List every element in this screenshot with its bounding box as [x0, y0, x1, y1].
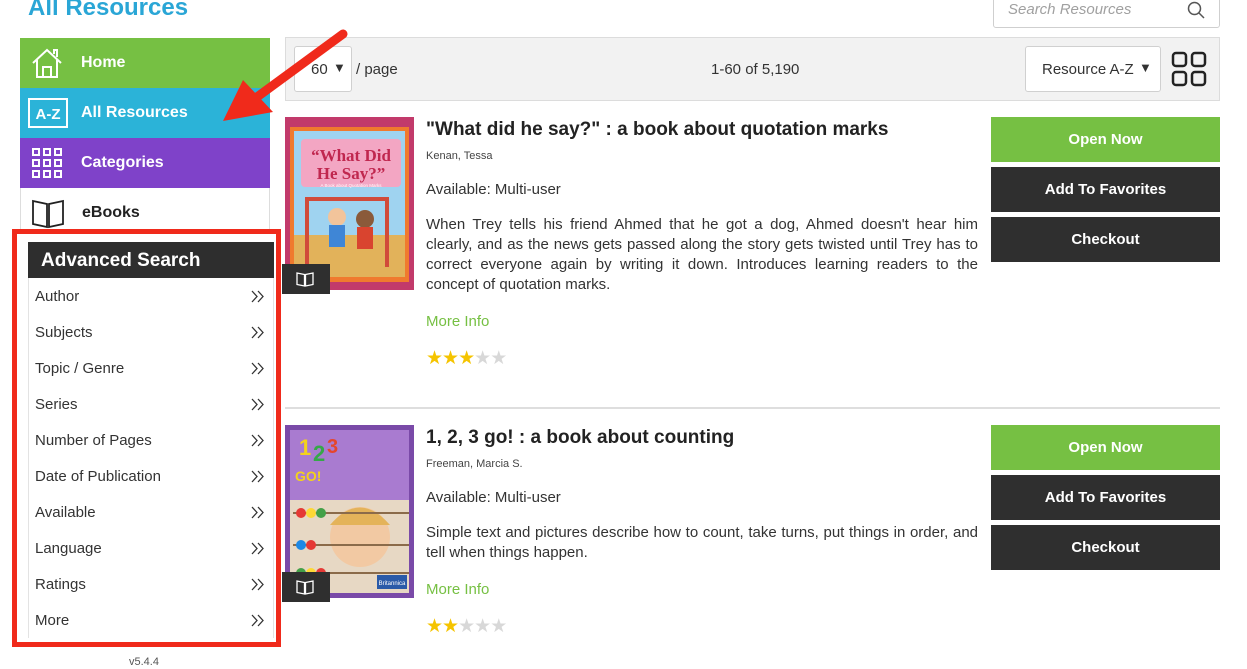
- sort-select[interactable]: Resource A-Z ▼: [1025, 46, 1161, 92]
- advanced-search-list: Author Subjects Topic / Genre Series Num…: [28, 278, 274, 638]
- star-icon: ★: [490, 616, 507, 637]
- result-author: Freeman, Marcia S.: [426, 458, 523, 470]
- filter-date-of-publication[interactable]: Date of Publication: [29, 458, 273, 494]
- star-icon: ★: [458, 348, 475, 369]
- svg-text:2: 2: [313, 441, 325, 466]
- nav-all-resources-label: All Resources: [81, 104, 188, 121]
- home-icon: [32, 48, 62, 78]
- star-icon: ★: [490, 348, 507, 369]
- result-description: When Trey tells his friend Ahmed that he…: [426, 216, 978, 293]
- grid-view-icon[interactable]: [1171, 51, 1207, 87]
- star-icon: ★: [442, 616, 459, 637]
- checkout-button[interactable]: Checkout: [991, 525, 1220, 570]
- nav-ebooks-label: eBooks: [82, 204, 140, 221]
- svg-text:He Say?”: He Say?”: [317, 164, 385, 183]
- nav-categories-label: Categories: [81, 154, 164, 171]
- svg-text:“What Did: “What Did: [311, 146, 391, 165]
- star-icon: ★: [426, 348, 443, 369]
- version-label: v5.4.4: [129, 656, 159, 668]
- star-icon: ★: [442, 348, 459, 369]
- result-title[interactable]: 1, 2, 3 go! : a book about counting: [426, 427, 734, 449]
- more-info-link[interactable]: More Info: [426, 313, 489, 330]
- result-availability: Available: Multi-user: [426, 489, 561, 506]
- az-icon: A-Z: [28, 98, 68, 128]
- result-divider: [285, 407, 1220, 409]
- checkout-button[interactable]: Checkout: [991, 217, 1220, 262]
- result-availability: Available: Multi-user: [426, 181, 561, 198]
- sort-value: Resource A-Z: [1042, 61, 1134, 78]
- add-to-favorites-button[interactable]: Add To Favorites: [991, 475, 1220, 520]
- double-chevron-right-icon: [251, 578, 264, 591]
- filter-series[interactable]: Series: [29, 386, 273, 422]
- double-chevron-right-icon: [251, 398, 264, 411]
- double-chevron-right-icon: [251, 470, 264, 483]
- search-box[interactable]: [993, 0, 1220, 28]
- book-icon: [32, 199, 64, 229]
- read-online-badge[interactable]: [282, 264, 330, 294]
- rating-stars: ★★★★★: [426, 615, 507, 638]
- search-input[interactable]: [1008, 1, 1178, 18]
- double-chevron-right-icon: [251, 542, 264, 555]
- result-description: Simple text and pictures describe how to…: [426, 524, 978, 561]
- result-title[interactable]: "What did he say?" : a book about quotat…: [426, 119, 888, 141]
- svg-text:GO!: GO!: [295, 468, 321, 484]
- svg-text:1: 1: [299, 435, 311, 460]
- add-to-favorites-button[interactable]: Add To Favorites: [991, 167, 1220, 212]
- star-icon: ★: [474, 348, 491, 369]
- open-book-icon: [296, 272, 314, 287]
- filter-ratings[interactable]: Ratings: [29, 566, 273, 602]
- nav-categories[interactable]: Categories: [20, 138, 270, 188]
- svg-text:A Book about Quotation Marks: A Book about Quotation Marks: [320, 183, 382, 188]
- open-book-icon: [296, 580, 314, 595]
- advanced-search-header: Advanced Search: [28, 242, 274, 278]
- caret-down-icon: ▼: [1139, 60, 1152, 75]
- star-icon: ★: [458, 616, 475, 637]
- star-icon: ★: [474, 616, 491, 637]
- filter-number-of-pages[interactable]: Number of Pages: [29, 422, 273, 458]
- advanced-search-title: Advanced Search: [41, 250, 201, 271]
- filter-author[interactable]: Author: [29, 278, 273, 314]
- double-chevron-right-icon: [251, 290, 264, 303]
- results-toolbar: 60 ▼ / page 1-60 of 5,190 Resource A-Z ▼: [285, 37, 1220, 101]
- double-chevron-right-icon: [251, 434, 264, 447]
- svg-text:3: 3: [327, 436, 338, 458]
- double-chevron-right-icon: [251, 614, 264, 627]
- double-chevron-right-icon: [251, 326, 264, 339]
- more-info-link[interactable]: More Info: [426, 581, 489, 598]
- page-title: All Resources: [28, 0, 189, 21]
- double-chevron-right-icon: [251, 362, 264, 375]
- double-chevron-right-icon: [251, 506, 264, 519]
- filter-available[interactable]: Available: [29, 494, 273, 530]
- result-author: Kenan, Tessa: [426, 150, 493, 162]
- read-online-badge[interactable]: [282, 572, 330, 602]
- search-icon[interactable]: [1187, 1, 1205, 19]
- open-now-button[interactable]: Open Now: [991, 117, 1220, 162]
- svg-text:A-Z: A-Z: [36, 106, 61, 123]
- result-item: 1 2 3 GO! Britannica 1, 2, 3 go! : a boo…: [282, 425, 1220, 655]
- filter-language[interactable]: Language: [29, 530, 273, 566]
- open-now-button[interactable]: Open Now: [991, 425, 1220, 470]
- filter-subjects[interactable]: Subjects: [29, 314, 273, 350]
- star-icon: ★: [426, 616, 443, 637]
- grid-categories-icon: [32, 148, 62, 178]
- advanced-search-panel: Advanced Search Author Subjects Topic / …: [12, 229, 281, 647]
- filter-more[interactable]: More: [29, 602, 273, 638]
- result-item: “What Did He Say?” A Book about Quotatio…: [282, 117, 1220, 387]
- nav-home-label: Home: [81, 54, 126, 71]
- filter-topic-genre[interactable]: Topic / Genre: [29, 350, 273, 386]
- result-count: 1-60 of 5,190: [711, 61, 800, 78]
- per-page-label: / page: [356, 61, 398, 78]
- svg-text:Britannica: Britannica: [379, 581, 406, 587]
- annotation-arrow-icon: [223, 29, 348, 121]
- rating-stars: ★★★★★: [426, 347, 507, 370]
